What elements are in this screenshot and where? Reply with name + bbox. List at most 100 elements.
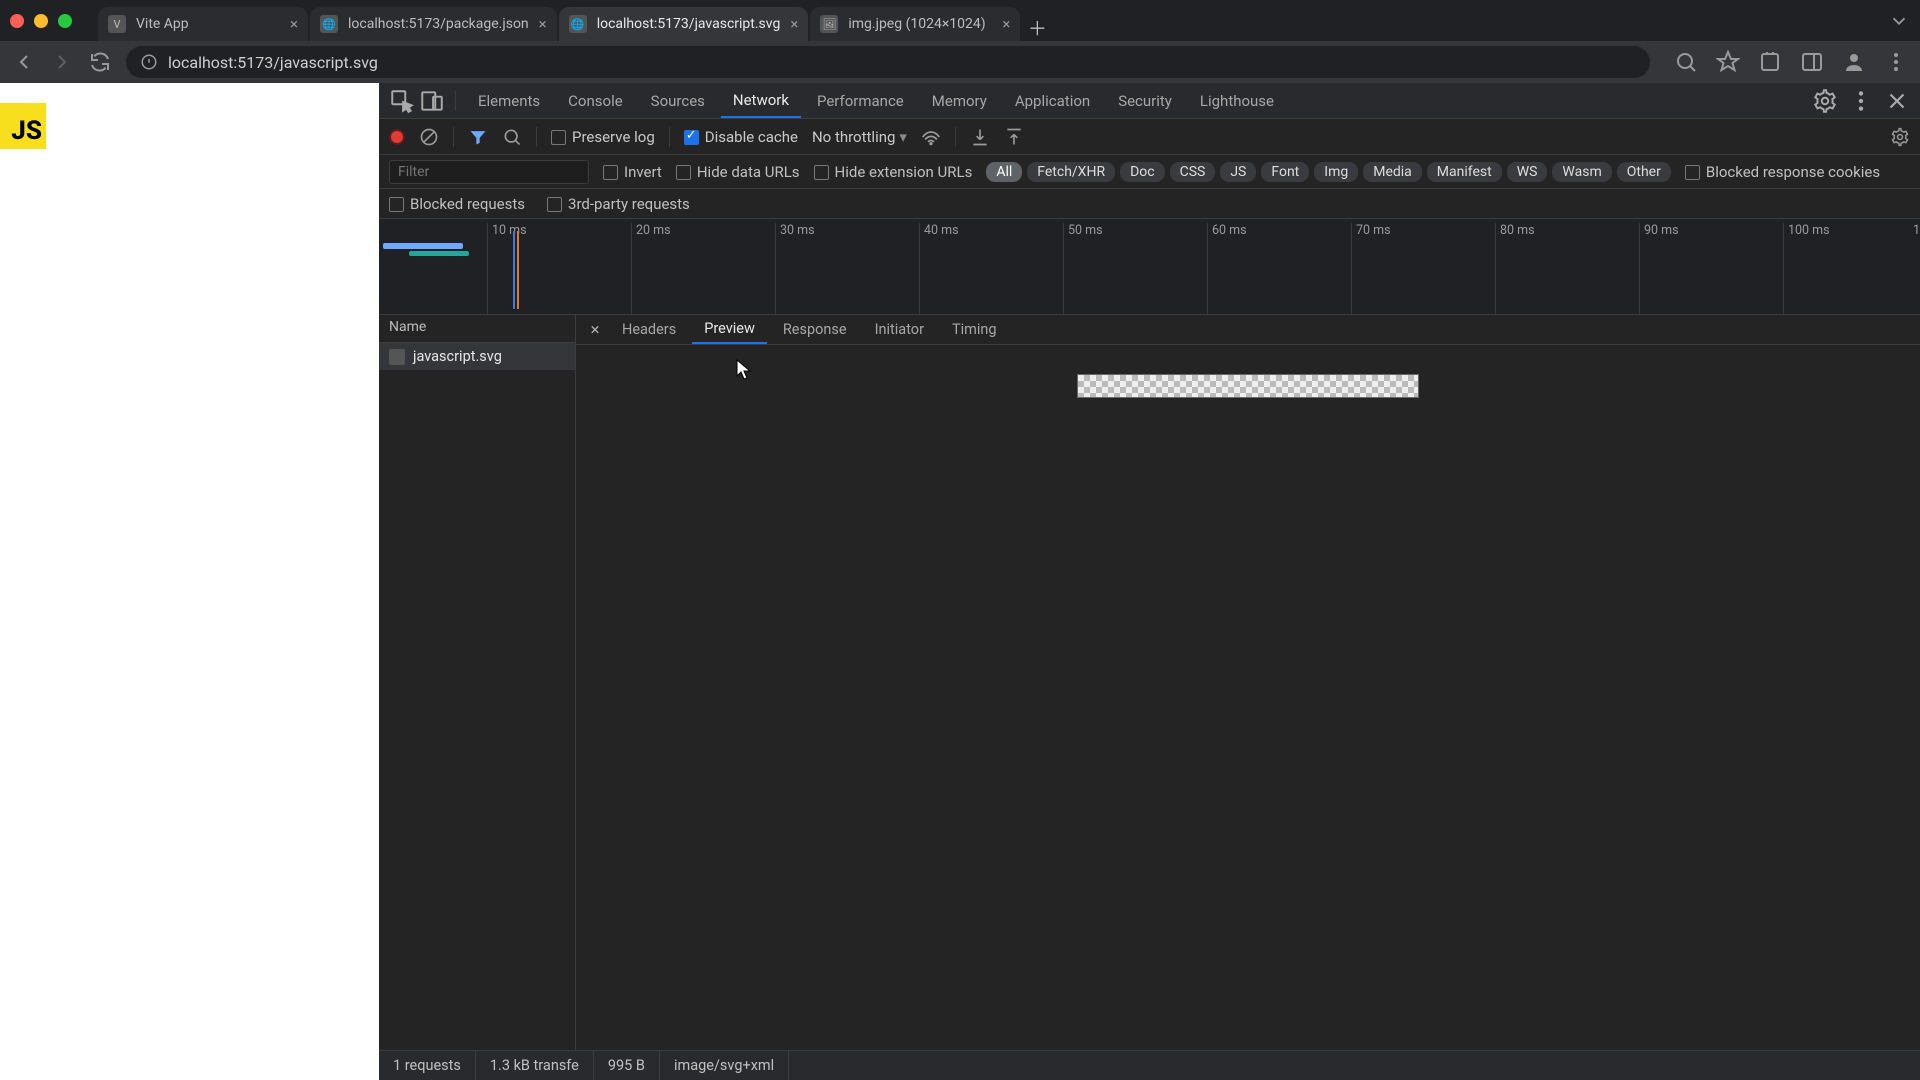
tab-performance[interactable]: Performance xyxy=(805,83,916,118)
type-manifest[interactable]: Manifest xyxy=(1427,162,1502,182)
hide-data-urls-checkbox[interactable]: Hide data URLs xyxy=(676,163,800,181)
file-icon xyxy=(389,349,405,365)
tick-10: 10 ms xyxy=(487,223,527,315)
disable-cache-checkbox[interactable]: Disable cache xyxy=(684,128,798,146)
clear-log-icon[interactable] xyxy=(419,127,439,147)
hide-ext-urls-checkbox[interactable]: Hide extension URLs xyxy=(814,163,973,181)
export-har-icon[interactable] xyxy=(1004,127,1024,147)
profile-avatar-icon[interactable] xyxy=(1842,50,1866,74)
tab-network[interactable]: Network xyxy=(721,83,801,118)
nav-back-button[interactable] xyxy=(12,50,36,74)
request-row[interactable]: javascript.svg xyxy=(379,343,575,370)
type-media[interactable]: Media xyxy=(1363,162,1422,182)
tab-elements[interactable]: Elements xyxy=(466,83,552,118)
browser-tab-vite[interactable]: V Vite App × xyxy=(98,7,308,41)
type-wasm[interactable]: Wasm xyxy=(1552,162,1611,182)
dtab-timing[interactable]: Timing xyxy=(940,315,1009,344)
devtools-settings-icon[interactable] xyxy=(1812,88,1838,114)
import-har-icon[interactable] xyxy=(970,127,990,147)
network-settings-icon[interactable] xyxy=(1890,127,1910,147)
extensions-icon[interactable] xyxy=(1758,50,1782,74)
third-party-checkbox[interactable]: 3rd-party requests xyxy=(547,195,690,213)
chrome-menu-icon[interactable] xyxy=(1884,50,1908,74)
status-requests: 1 requests xyxy=(379,1051,476,1080)
globe-favicon-icon: 🌐 xyxy=(320,15,338,33)
dtab-preview[interactable]: Preview xyxy=(692,315,767,344)
tab-title: Vite App xyxy=(136,16,189,32)
dtab-response[interactable]: Response xyxy=(771,315,859,344)
close-tab-icon[interactable]: × xyxy=(290,15,298,33)
window-close-button[interactable] xyxy=(10,14,24,28)
device-toolbar-icon[interactable] xyxy=(419,88,445,114)
type-js[interactable]: JS xyxy=(1220,162,1256,182)
network-action-bar: Preserve log Disable cache No throttling… xyxy=(379,119,1920,155)
tab-memory[interactable]: Memory xyxy=(920,83,999,118)
browser-tab-imgjpeg[interactable]: 🖼 img.jpeg (1024×1024) × xyxy=(810,7,1020,41)
inspect-element-icon[interactable] xyxy=(389,88,415,114)
separator xyxy=(455,91,456,111)
close-tab-icon[interactable]: × xyxy=(790,15,798,33)
chevron-down-icon: ▾ xyxy=(899,128,907,146)
status-mime: image/svg+xml xyxy=(660,1051,789,1080)
filter-input[interactable] xyxy=(389,160,589,184)
request-list-header[interactable]: Name xyxy=(379,315,575,343)
network-statusbar: 1 requests 1.3 kB transfe 995 B image/sv… xyxy=(379,1050,1920,1080)
window-caret-icon[interactable] xyxy=(1888,10,1910,32)
window-zoom-button[interactable] xyxy=(58,14,72,28)
network-conditions-icon[interactable] xyxy=(921,127,941,147)
status-resources: 995 B xyxy=(594,1051,660,1080)
network-timeline-overview[interactable]: 10 ms 20 ms 30 ms 40 ms 50 ms 60 ms 70 m… xyxy=(379,219,1920,315)
close-tab-icon[interactable]: × xyxy=(1002,15,1010,33)
type-font[interactable]: Font xyxy=(1261,162,1309,182)
type-all[interactable]: All xyxy=(986,162,1022,182)
filter-toggle-icon[interactable] xyxy=(468,127,488,147)
reload-button[interactable] xyxy=(88,50,112,74)
waterfall-bar xyxy=(383,243,463,249)
toolbar-right xyxy=(1674,50,1908,74)
bookmark-star-icon[interactable] xyxy=(1716,50,1740,74)
invert-label: Invert xyxy=(624,163,662,181)
disable-cache-label: Disable cache xyxy=(705,128,798,146)
type-doc[interactable]: Doc xyxy=(1120,162,1165,182)
blocked-requests-label: Blocked requests xyxy=(410,195,525,213)
site-info-icon[interactable] xyxy=(140,53,158,71)
request-detail-pane: × Headers Preview Response Initiator Tim… xyxy=(576,315,1920,1050)
throttling-select[interactable]: No throttling▾ xyxy=(812,128,907,146)
detail-tabstrip: × Headers Preview Response Initiator Tim… xyxy=(576,315,1920,345)
tab-lighthouse[interactable]: Lighthouse xyxy=(1188,83,1286,118)
tab-console[interactable]: Console xyxy=(556,83,635,118)
type-other[interactable]: Other xyxy=(1617,162,1671,182)
tab-security[interactable]: Security xyxy=(1106,83,1184,118)
hide-ext-urls-label: Hide extension URLs xyxy=(835,163,973,181)
tab-sources[interactable]: Sources xyxy=(639,83,717,118)
type-ws[interactable]: WS xyxy=(1507,162,1548,182)
tab-application[interactable]: Application xyxy=(1003,83,1102,118)
type-img[interactable]: Img xyxy=(1314,162,1358,182)
type-css[interactable]: CSS xyxy=(1170,162,1216,182)
dtab-headers[interactable]: Headers xyxy=(610,315,688,344)
devtools-kebab-icon[interactable] xyxy=(1848,88,1874,114)
blocked-cookies-checkbox[interactable]: Blocked response cookies xyxy=(1685,163,1880,181)
tick-40: 40 ms xyxy=(919,223,959,315)
dtab-initiator[interactable]: Initiator xyxy=(863,315,936,344)
nav-forward-button[interactable] xyxy=(50,50,74,74)
invert-checkbox[interactable]: Invert xyxy=(603,163,662,181)
preserve-log-checkbox[interactable]: Preserve log xyxy=(551,128,655,146)
zoom-icon[interactable] xyxy=(1674,50,1698,74)
close-detail-icon[interactable]: × xyxy=(584,320,606,340)
browser-tab-javascriptsvg[interactable]: 🌐 localhost:5173/javascript.svg × xyxy=(559,7,809,41)
browser-tab-packagejson[interactable]: 🌐 localhost:5173/package.json × xyxy=(310,7,557,41)
record-button[interactable] xyxy=(389,129,405,145)
type-fetchxhr[interactable]: Fetch/XHR xyxy=(1027,162,1115,182)
search-icon[interactable] xyxy=(502,127,522,147)
image-favicon-icon: 🖼 xyxy=(820,15,838,33)
mouse-cursor-icon xyxy=(736,359,752,381)
blocked-requests-checkbox[interactable]: Blocked requests xyxy=(389,195,525,213)
new-tab-button[interactable]: ＋ xyxy=(1022,14,1052,41)
close-tab-icon[interactable]: × xyxy=(539,15,547,33)
window-minimize-button[interactable] xyxy=(34,14,48,28)
side-panel-icon[interactable] xyxy=(1800,50,1824,74)
devtools-close-icon[interactable] xyxy=(1884,88,1910,114)
address-bar[interactable]: localhost:5173/javascript.svg xyxy=(126,46,1650,78)
devtools-panel: Elements Console Sources Network Perform… xyxy=(379,83,1920,1080)
